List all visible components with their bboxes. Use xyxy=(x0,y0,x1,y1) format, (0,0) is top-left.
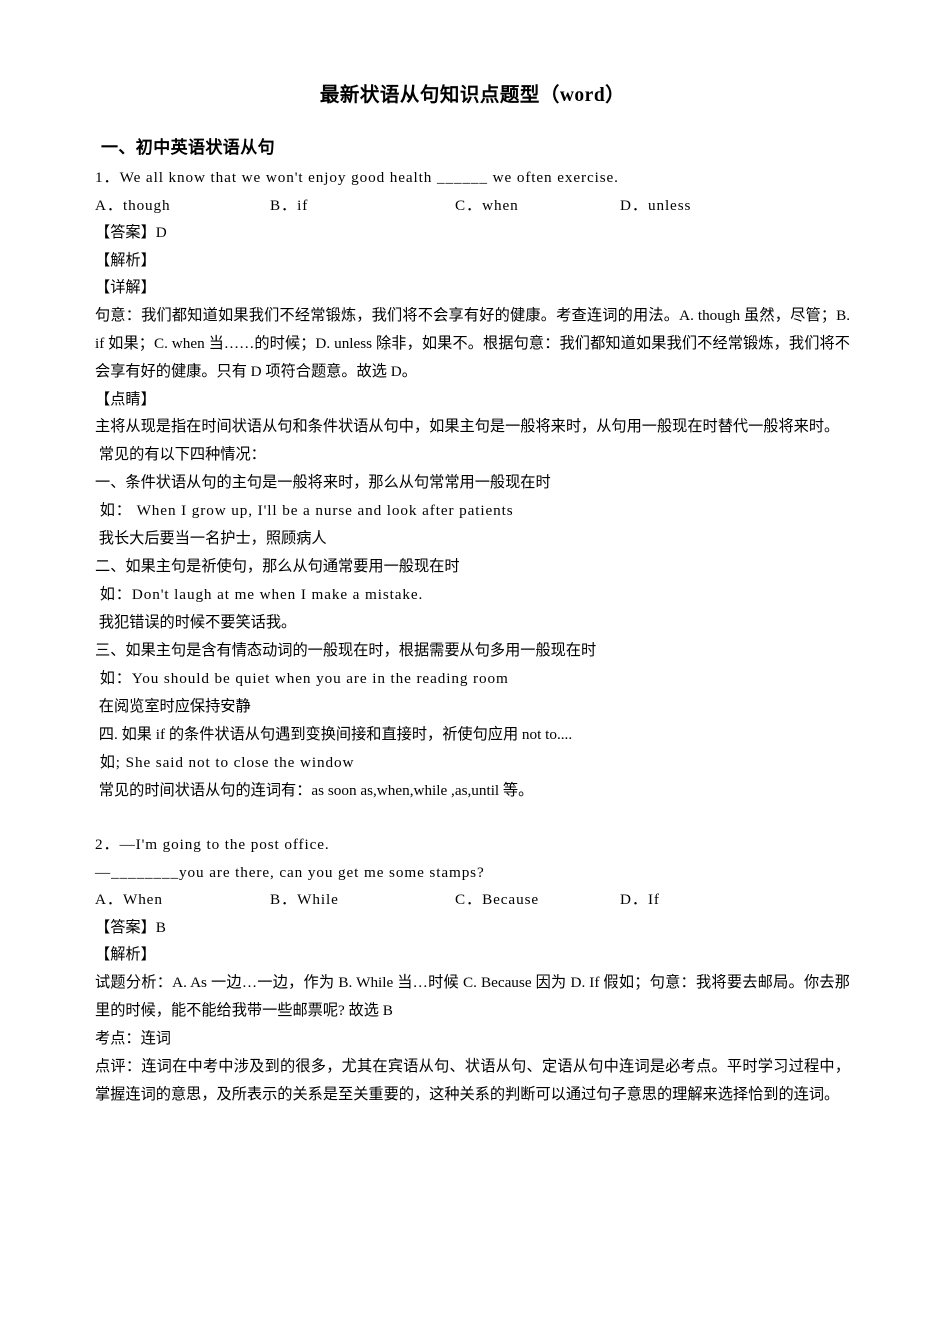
question-2-option-d[interactable]: D．If xyxy=(620,886,660,914)
question-2-stem-line-2: —________you are there, can you get me s… xyxy=(95,863,485,881)
cases-intro: 常见的有以下四种情况： xyxy=(95,446,266,463)
case-3-example-translation: 在阅览室时应保持安静 xyxy=(95,698,251,715)
case-1-example-translation: 我长大后要当一名护士，照顾病人 xyxy=(95,530,327,547)
question-1-stem: 1．We all know that we won't enjoy good h… xyxy=(95,169,619,186)
question-2-options: A．When B．While C．Because D．If xyxy=(95,886,850,914)
question-2-answer: 【答案】B xyxy=(95,918,166,936)
case-2-example: 如：Don't laugh at me when I make a mistak… xyxy=(95,586,424,603)
case-4-example: 如; She said not to close the window xyxy=(95,754,355,771)
question-1-option-b[interactable]: B．if xyxy=(270,192,455,220)
question-2-option-a[interactable]: A．When xyxy=(95,886,270,914)
case-1: 一、条件状语从句的主句是一般将来时，那么从句常常用一般现在时 xyxy=(95,474,551,491)
case-2: 二、如果主句是祈使句，那么从句通常要用一般现在时 xyxy=(95,558,460,575)
case-4: 四. 如果 if 的条件状语从句遇到变换间接和直接时，祈使句应用 not to.… xyxy=(95,726,573,743)
document-page: 最新状语从句知识点题型（word） 一、初中英语状语从句 1．We all kn… xyxy=(0,0,945,1337)
question-1-point-label: 【点睛】 xyxy=(95,390,156,408)
question-1-analysis-label: 【解析】 xyxy=(95,251,156,269)
question-2-dianping: 点评：连词在中考中涉及到的很多，尤其在宾语从句、状语从句、定语从句中连词是必考点… xyxy=(95,1057,850,1103)
case-3: 三、如果主句是含有情态动词的一般现在时，根据需要从句多用一般现在时 xyxy=(95,642,597,659)
question-1-detail-text: 句意：我们都知道如果我们不经常锻炼，我们将不会享有好的健康。考查连词的用法。A.… xyxy=(95,306,854,380)
question-1-detail-label: 【详解】 xyxy=(95,279,156,296)
section-heading: 一、初中英语状语从句 xyxy=(101,138,275,157)
question-1-point-text: 主将从现是指在时间状语从句和条件状语从句中，如果主句是一般将来时，从句用一般现在… xyxy=(95,418,840,435)
question-1-option-c[interactable]: C．when xyxy=(455,192,620,220)
case-1-example: 如： When I grow up, I'll be a nurse and l… xyxy=(95,502,514,519)
question-2-option-c[interactable]: C．Because xyxy=(455,886,620,914)
question-1-options: A．though B．if C．when D．unless xyxy=(95,192,850,220)
cases-summary: 常见的时间状语从句的连词有：as soon as,when,while ,as,… xyxy=(95,782,534,799)
question-2-analysis-label: 【解析】 xyxy=(95,946,156,963)
question-2-option-b[interactable]: B．While xyxy=(270,886,455,914)
case-3-example: 如：You should be quiet when you are in th… xyxy=(95,670,509,687)
case-2-example-translation: 我犯错误的时候不要笑话我。 xyxy=(95,614,297,631)
question-2-stem-line-1: 2．—I'm going to the post office. xyxy=(95,836,330,853)
page-title: 最新状语从句知识点题型（word） xyxy=(319,85,626,106)
question-2-kaodian: 考点：连词 xyxy=(95,1029,171,1047)
question-1-answer: 【答案】D xyxy=(95,224,167,241)
question-1-option-d[interactable]: D．unless xyxy=(620,192,691,220)
question-2-analysis-text: 试题分析：A. As 一边…一边，作为 B. While 当…时候 C. Bec… xyxy=(95,973,850,1019)
question-1-option-a[interactable]: A．though xyxy=(95,192,270,220)
